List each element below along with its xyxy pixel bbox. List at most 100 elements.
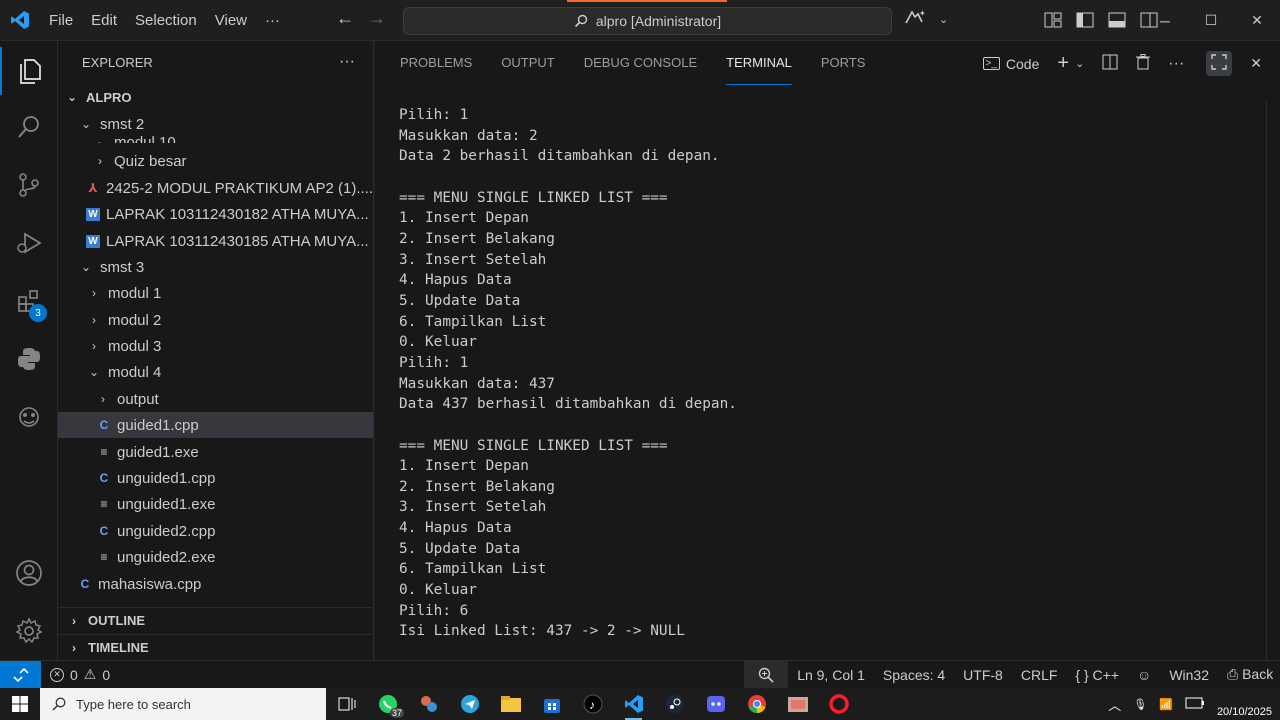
maximize-icon[interactable]: ☐ <box>1188 0 1234 41</box>
chevron-up-icon[interactable]: ︿ <box>1108 695 1121 714</box>
chrome-icon[interactable] <box>736 688 777 720</box>
toggle-panel-icon[interactable] <box>1108 12 1126 33</box>
explorer-icon[interactable] <box>0 47 58 95</box>
maximize-panel-icon[interactable] <box>1206 51 1233 76</box>
tab-terminal[interactable]: TERMINAL <box>726 41 792 85</box>
tree-folder-modul-4[interactable]: ⌄ modul 4 <box>58 359 373 385</box>
end-of-line[interactable]: CRLF <box>1012 667 1067 683</box>
terminal-select[interactable]: >_ Code <box>982 56 1039 72</box>
forward-arrow-icon[interactable]: → <box>368 8 386 29</box>
task-view-icon[interactable] <box>326 688 367 720</box>
platform[interactable]: Win32 <box>1160 667 1218 683</box>
fiddler-icon[interactable] <box>408 688 449 720</box>
new-terminal-plus-icon[interactable]: + <box>1057 52 1069 75</box>
more-actions-icon[interactable]: ··· <box>1168 55 1184 73</box>
discord-icon[interactable] <box>695 688 736 720</box>
timeline-section[interactable]: › TIMELINE <box>58 634 373 660</box>
more-actions-icon[interactable]: ··· <box>339 53 355 71</box>
tree-folder-modul-1[interactable]: › modul 1 <box>58 280 373 306</box>
taskbar-search[interactable]: Type here to search <box>40 688 326 720</box>
account-icon[interactable] <box>0 549 58 597</box>
settings-gear-icon[interactable] <box>0 607 58 655</box>
workspace-root-label: ALPRO <box>86 89 132 105</box>
run-debug-icon[interactable] <box>0 219 58 267</box>
tree-folder-output[interactable]: › output <box>58 386 373 412</box>
microphone-icon[interactable]: 🎙 <box>1133 698 1147 711</box>
whatsapp-icon[interactable]: 37 <box>367 688 408 720</box>
source-control-icon[interactable] <box>0 161 58 209</box>
terminal-scrollbar[interactable] <box>1266 101 1280 661</box>
terminal-line: 2. Insert Belakang <box>399 230 555 247</box>
customize-layout-icon[interactable] <box>1044 12 1062 33</box>
tree-file-mahasiswa-cpp[interactable]: C mahasiswa.cpp <box>58 571 373 597</box>
copilot-icon[interactable]: ✦ <box>903 8 930 31</box>
clock[interactable]: 20/10/2025 <box>1217 689 1272 719</box>
tiktok-icon[interactable]: ♪ <box>572 688 613 720</box>
steam-icon[interactable] <box>654 688 695 720</box>
zoom-icon[interactable] <box>744 660 789 689</box>
encoding[interactable]: UTF-8 <box>954 667 1012 683</box>
problems-status[interactable]: ✕ 0 ⚠ 0 <box>41 666 119 683</box>
command-center[interactable]: alpro [Administrator] <box>403 7 892 35</box>
word-file-icon: W <box>86 207 100 221</box>
tree-file-unguided1-exe[interactable]: ≡ unguided1.exe <box>58 491 373 517</box>
cursor-position[interactable]: Ln 9, Col 1 <box>788 667 874 683</box>
toggle-sidebar-icon[interactable] <box>1076 12 1094 33</box>
extensions-icon[interactable]: 3 <box>0 277 58 325</box>
tree-folder-modul-2[interactable]: › modul 2 <box>58 307 373 333</box>
outline-section[interactable]: › OUTLINE <box>58 607 373 633</box>
back-arrow-icon[interactable]: ← <box>336 8 354 29</box>
game-app-icon[interactable] <box>777 688 818 720</box>
tree-file-guided1-exe[interactable]: ≡ guided1.exe <box>58 439 373 465</box>
chevron-down-icon[interactable]: ⌄ <box>939 13 948 26</box>
python-icon[interactable] <box>0 335 58 383</box>
tree-file-pdf[interactable]: ⅄ 2425-2 MODUL PRAKTIKUM AP2 (1).... <box>58 175 373 201</box>
opera-icon[interactable] <box>818 688 859 720</box>
workspace-root[interactable]: ⌄ ALPRO <box>58 84 373 110</box>
trash-icon[interactable] <box>1136 54 1151 73</box>
menu-view[interactable]: View <box>206 0 256 41</box>
language-mode[interactable]: { } C++ <box>1066 667 1128 683</box>
search-icon[interactable] <box>0 103 58 151</box>
remote-indicator-icon[interactable] <box>0 660 41 689</box>
windows-start-icon[interactable] <box>0 688 40 720</box>
indentation[interactable]: Spaces: 4 <box>874 667 954 683</box>
tree-file-unguided1-cpp[interactable]: C unguided1.cpp <box>58 465 373 491</box>
remote-explorer-icon[interactable] <box>0 393 58 441</box>
close-window-icon[interactable]: ✕ <box>1234 0 1280 41</box>
battery-icon[interactable] <box>1185 697 1205 712</box>
tree-folder-modul-10[interactable]: › modul 10 <box>58 127 373 143</box>
tree-folder-smst-3[interactable]: ⌄ smst 3 <box>58 254 373 280</box>
menu-selection[interactable]: Selection <box>126 0 206 41</box>
menu-more[interactable]: ··· <box>256 0 289 41</box>
tree-file-docx[interactable]: W LAPRAK 103112430182 ATHA MUYA... <box>58 201 373 227</box>
menu-edit[interactable]: Edit <box>82 0 126 41</box>
chevron-down-icon: ⌄ <box>80 260 92 274</box>
tab-debug-console[interactable]: DEBUG CONSOLE <box>584 41 697 85</box>
terminal-output[interactable]: Pilih: 1 Masukkan data: 2 Data 2 berhasil … <box>399 105 737 642</box>
wifi-icon[interactable]: 📶 <box>1159 698 1173 711</box>
copilot-status-icon[interactable]: ☺ <box>1128 667 1160 683</box>
telegram-icon[interactable] <box>449 688 490 720</box>
minimize-icon[interactable]: ─ <box>1142 0 1188 41</box>
file-explorer-icon[interactable] <box>490 688 531 720</box>
tree-folder-modul-3[interactable]: › modul 3 <box>58 333 373 359</box>
chevron-down-icon[interactable]: ⌄ <box>1075 57 1084 70</box>
tree-file-unguided2-exe[interactable]: ≡ unguided2.exe <box>58 544 373 570</box>
tree-file-unguided2-cpp[interactable]: C unguided2.cpp <box>58 518 373 544</box>
terminal-line: Isi Linked List: 437 -> 2 -> NULL <box>399 623 685 640</box>
tree-file-guided1-cpp[interactable]: C guided1.cpp <box>58 412 373 438</box>
menu-file[interactable]: File <box>40 0 82 41</box>
tab-ports[interactable]: PORTS <box>821 41 866 85</box>
chevron-right-icon: › <box>101 392 105 406</box>
vscode-taskbar-icon[interactable] <box>613 688 654 720</box>
store-icon[interactable] <box>531 688 572 720</box>
tree-folder-quiz-besar[interactable]: › Quiz besar <box>58 148 373 174</box>
tab-output[interactable]: OUTPUT <box>501 41 554 85</box>
back-status[interactable]: ⎙ Back <box>1218 666 1280 683</box>
split-terminal-icon[interactable] <box>1102 54 1118 73</box>
close-panel-icon[interactable]: ✕ <box>1250 55 1262 72</box>
tab-problems[interactable]: PROBLEMS <box>400 41 472 85</box>
tree-file-docx[interactable]: W LAPRAK 103112430185 ATHA MUYA... <box>58 228 373 254</box>
